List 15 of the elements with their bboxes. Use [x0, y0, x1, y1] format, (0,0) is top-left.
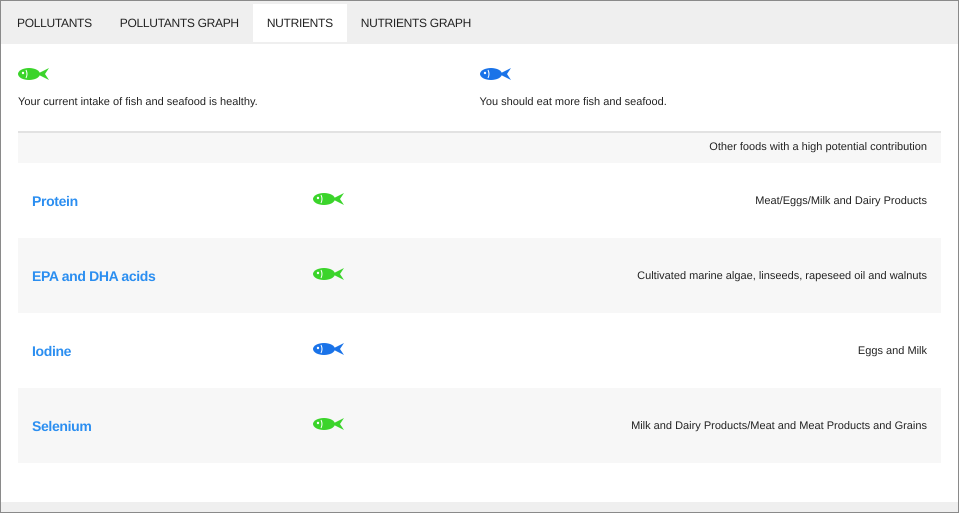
nutrient-name: Protein: [32, 192, 79, 210]
nutrient-name: Selenium: [32, 416, 92, 436]
table-cell-text: Eggs and Milk: [856, 344, 927, 358]
table-cell-text: Cultivated marine algae, linseeds, rapeseed oil and walnuts: [636, 268, 927, 284]
tab[interactable]: POLLUTANTS GRAPH: [106, 4, 253, 42]
nutrient-name: EPA and DHA acids: [32, 266, 156, 286]
table-cell-text: Milk and Dairy Products/Meat and Meat Products and Grains: [630, 418, 927, 434]
legend-text: You should eat more fish and seafood.: [480, 95, 668, 110]
tab[interactable]: NUTRIENTS GRAPH: [346, 4, 485, 42]
tab[interactable]: POLLUTANTS: [3, 4, 106, 42]
column-header: Other foods with a high potential contribution: [709, 140, 927, 156]
legend-text: Your current intake of fish and seafood is healthy.: [18, 95, 259, 110]
nutrient-name: Iodine: [32, 342, 72, 360]
table-cell-text: Meat/Eggs/Milk and Dairy Products: [754, 194, 927, 208]
tab[interactable]: NUTRIENTS: [252, 4, 347, 42]
